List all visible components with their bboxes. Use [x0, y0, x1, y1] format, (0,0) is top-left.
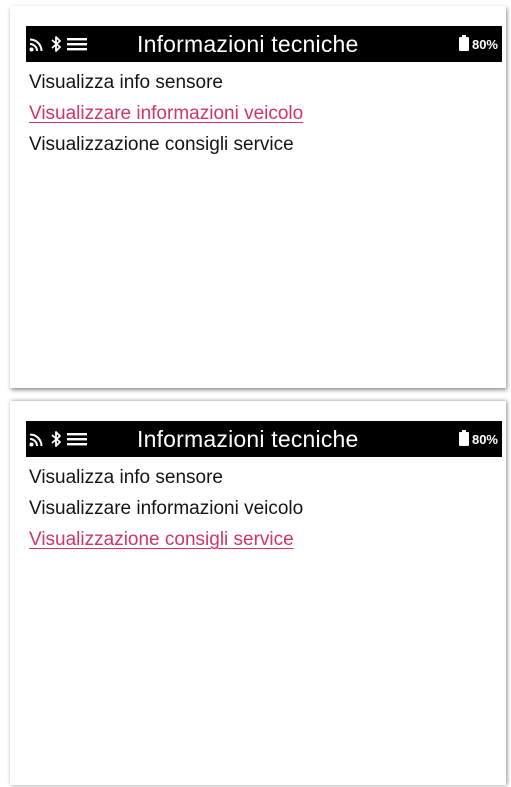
menu-item-service-advice[interactable]: Visualizzazione consigli service — [29, 129, 303, 160]
hamburger-menu-icon[interactable] — [67, 36, 87, 52]
menu-item-service-advice[interactable]: Visualizzazione consigli service — [29, 524, 303, 555]
bluetooth-icon — [50, 430, 62, 448]
battery-icon — [458, 429, 469, 449]
status-icons — [26, 35, 125, 53]
rfid-signal-icon — [29, 431, 45, 447]
battery-percent: 80% — [471, 36, 498, 52]
title-bar: Informazioni tecniche 80% — [26, 421, 502, 457]
page-title: Informazioni tecniche — [137, 425, 359, 452]
status-icons — [26, 430, 125, 448]
menu-item-vehicle-info[interactable]: Visualizzare informazioni veicolo — [29, 98, 303, 129]
menu-item-vehicle-info[interactable]: Visualizzare informazioni veicolo — [29, 493, 303, 524]
battery-indicator: 80% — [458, 429, 502, 449]
hamburger-menu-icon[interactable] — [67, 431, 87, 447]
menu-item-sensor-info[interactable]: Visualizza info sensore — [29, 67, 303, 98]
bluetooth-icon — [50, 35, 62, 53]
battery-indicator: 80% — [458, 34, 502, 54]
page-title: Informazioni tecniche — [137, 30, 359, 57]
rfid-signal-icon — [29, 36, 45, 52]
tech-info-menu: Visualizza info sensore Visualizzare inf… — [29, 462, 303, 555]
battery-percent: 80% — [471, 431, 498, 447]
battery-icon — [458, 34, 469, 54]
device-screen-1: Informazioni tecniche 80% Visualizza inf… — [10, 6, 506, 388]
menu-item-sensor-info[interactable]: Visualizza info sensore — [29, 462, 303, 493]
title-bar: Informazioni tecniche 80% — [26, 26, 502, 62]
tech-info-menu: Visualizza info sensore Visualizzare inf… — [29, 67, 303, 160]
device-screen-2: Informazioni tecniche 80% Visualizza inf… — [10, 401, 506, 785]
